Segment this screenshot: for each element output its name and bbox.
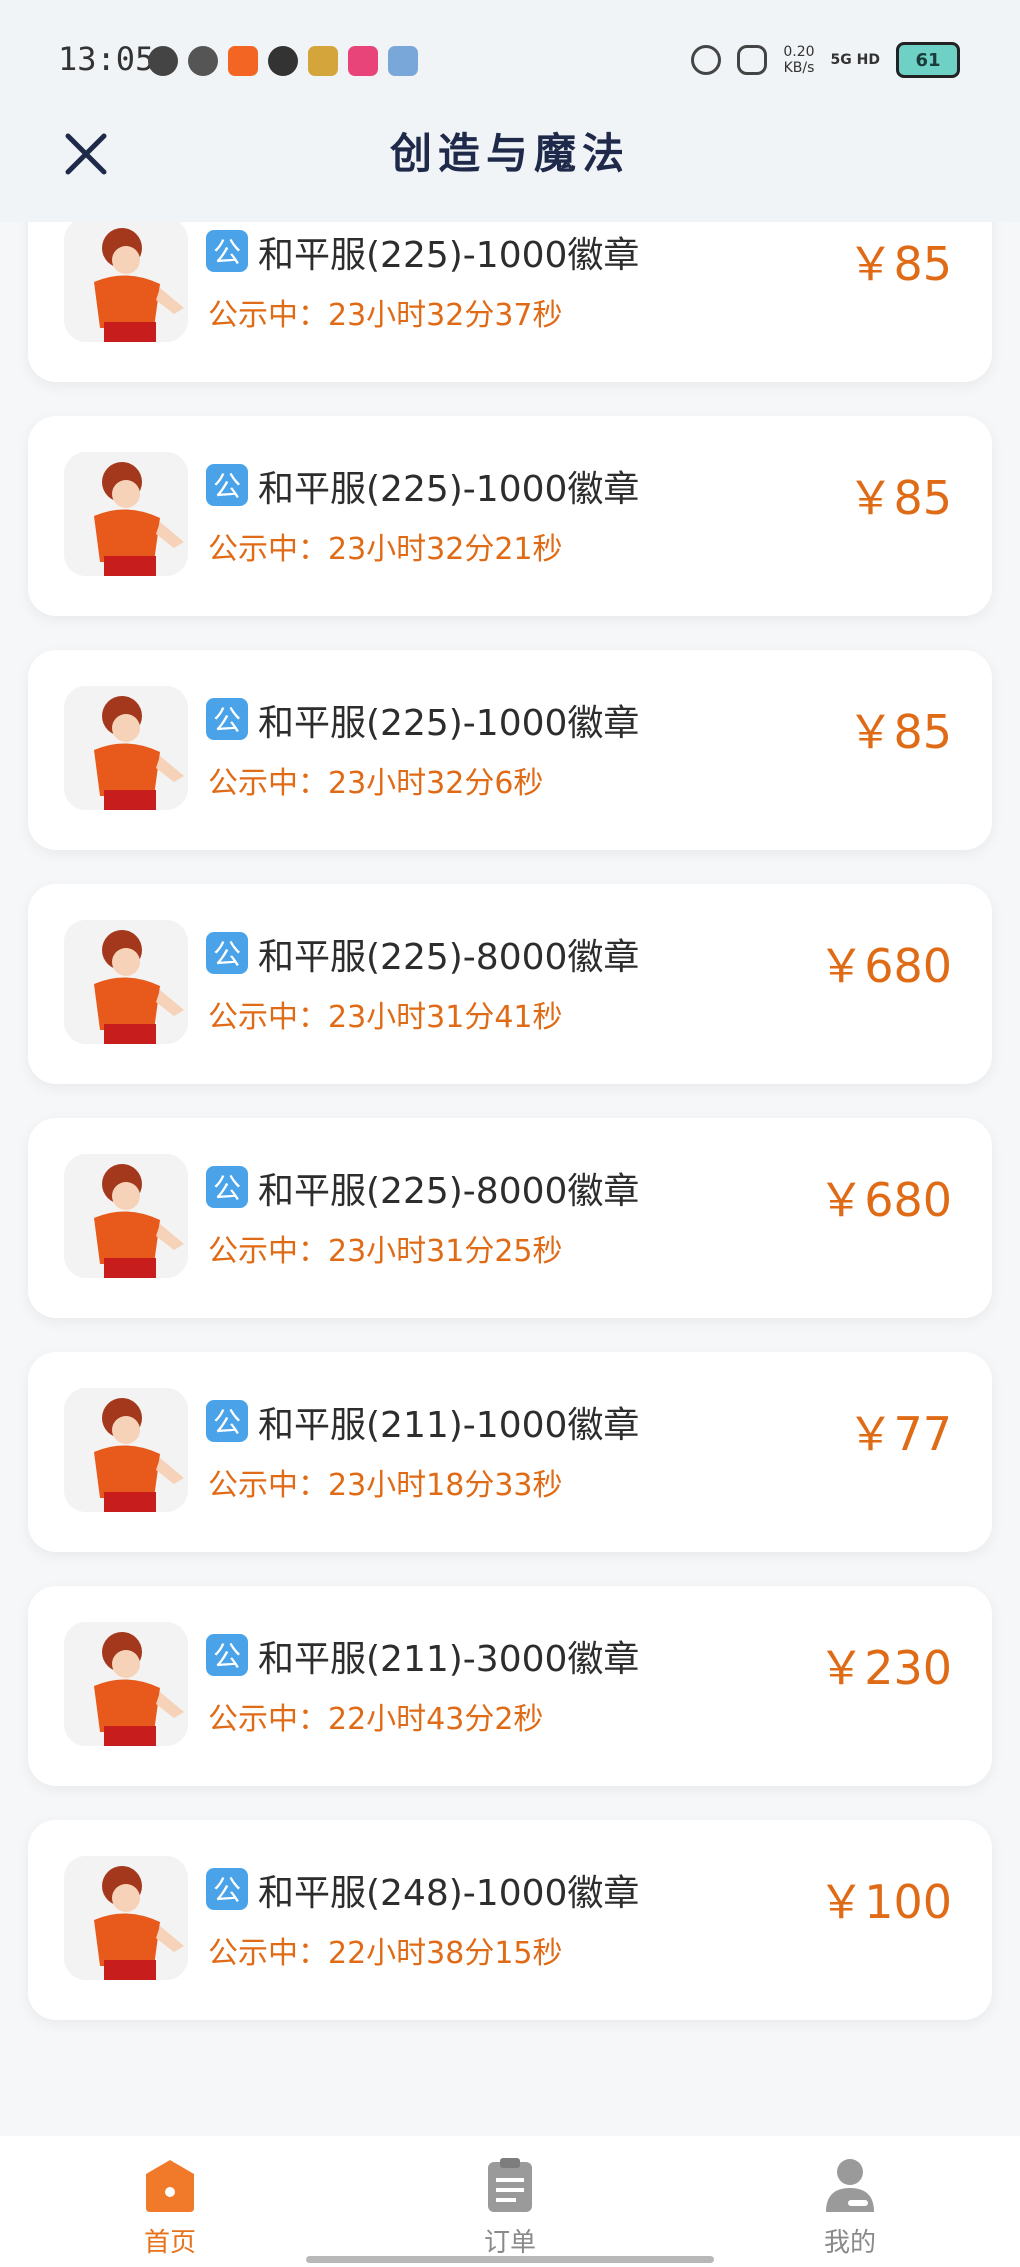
listing-price: ￥77 xyxy=(847,1407,952,1461)
countdown-text: 公示中：22小时43分2秒 xyxy=(208,1702,544,1737)
system-status-icons: 0.20 KB/s 5G HD 61 xyxy=(691,42,960,78)
listing-card[interactable]: 公 和平服(248)-1000徽章 公示中：22小时38分15秒 ￥100 xyxy=(28,1820,992,2020)
nav-label: 我的 xyxy=(823,2228,876,2258)
listing-title: 和平服(211)-3000徽章 xyxy=(258,1639,640,1680)
app-notification-icon xyxy=(388,46,418,76)
listing-thumbnail xyxy=(64,218,188,342)
bottom-nav: 首页 订单 我的 xyxy=(0,2136,1020,2267)
countdown-text: 公示中：23小时31分41秒 xyxy=(208,1000,563,1035)
app-notification-icon xyxy=(188,46,218,76)
countdown-text: 公示中：23小时18分33秒 xyxy=(208,1468,563,1503)
page-title: 创造与魔法 xyxy=(389,129,630,178)
listing-title: 和平服(248)-1000徽章 xyxy=(258,1873,640,1914)
app-notification-icon xyxy=(148,46,178,76)
listing-card[interactable]: 公 和平服(211)-1000徽章 公示中：23小时18分33秒 ￥77 xyxy=(28,1352,992,1552)
nav-profile[interactable]: 我的 xyxy=(770,2156,930,2259)
public-badge: 公 xyxy=(206,1166,248,1208)
listing-title: 和平服(225)-8000徽章 xyxy=(258,937,640,978)
countdown-text: 公示中：23小时32分6秒 xyxy=(208,766,544,801)
listing-price: ￥100 xyxy=(818,1875,952,1929)
net-rate-value: 0.20 xyxy=(783,44,815,60)
listing-card[interactable]: 公 和平服(225)-8000徽章 公示中：23小时31分41秒 ￥680 xyxy=(28,884,992,1084)
listing-price: ￥85 xyxy=(847,705,952,759)
public-badge: 公 xyxy=(206,230,248,272)
nav-label: 首页 xyxy=(143,2228,196,2258)
app-notification-icon xyxy=(268,46,298,76)
public-badge: 公 xyxy=(206,1634,248,1676)
battery-icon: 61 xyxy=(896,42,960,78)
listing-thumbnail xyxy=(64,686,188,810)
net-rate: 0.20 KB/s xyxy=(783,44,814,76)
status-time: 13:05 xyxy=(58,40,155,78)
nav-orders[interactable]: 订单 xyxy=(430,2156,590,2259)
app-notification-icon xyxy=(348,46,378,76)
listing-thumbnail xyxy=(64,1154,188,1278)
notification-icons xyxy=(148,46,418,76)
listing-thumbnail xyxy=(64,452,188,576)
net-rate-unit: KB/s xyxy=(783,60,815,76)
listing-title: 和平服(225)-1000徽章 xyxy=(258,235,640,276)
public-badge: 公 xyxy=(206,932,248,974)
signal-icon: 5G HD xyxy=(830,52,880,68)
alarm-icon xyxy=(691,45,722,75)
listing-title: 和平服(211)-1000徽章 xyxy=(258,1405,640,1446)
listing-title: 和平服(225)-1000徽章 xyxy=(258,469,640,510)
vibrate-icon xyxy=(737,45,768,75)
app-notification-icon xyxy=(228,46,258,76)
listing-price: ￥85 xyxy=(847,237,952,291)
listing-thumbnail xyxy=(64,1388,188,1512)
countdown-text: 公示中：22小时38分15秒 xyxy=(208,1936,563,1971)
public-badge: 公 xyxy=(206,698,248,740)
listing-title: 和平服(225)-8000徽章 xyxy=(258,1171,640,1212)
listing-thumbnail xyxy=(64,1622,188,1746)
home-indicator[interactable] xyxy=(306,2256,714,2263)
listing-card[interactable]: 公 和平服(211)-3000徽章 公示中：22小时43分2秒 ￥230 xyxy=(28,1586,992,1786)
listing-card[interactable]: 公 和平服(225)-8000徽章 公示中：23小时31分25秒 ￥680 xyxy=(28,1118,992,1318)
listing-thumbnail xyxy=(64,1856,188,1980)
page-header: 创造与魔法 xyxy=(0,120,1020,222)
countdown-text: 公示中：23小时32分37秒 xyxy=(208,298,563,333)
nav-label: 订单 xyxy=(483,2228,536,2258)
listing-price: ￥680 xyxy=(818,939,952,993)
listing-thumbnail xyxy=(64,920,188,1044)
public-badge: 公 xyxy=(206,1400,248,1442)
countdown-text: 公示中：23小时31分25秒 xyxy=(208,1234,563,1269)
nav-home[interactable]: 首页 xyxy=(90,2156,250,2259)
top-bar: 13:05 0.20 KB/s 5G HD 61 创造与魔法 xyxy=(0,0,1020,222)
listing-card[interactable]: 公 和平服(225)-1000徽章 公示中：23小时32分21秒 ￥85 xyxy=(28,416,992,616)
user-icon xyxy=(826,2159,874,2212)
listing-price: ￥230 xyxy=(818,1641,952,1695)
listing-price: ￥680 xyxy=(818,1173,952,1227)
countdown-text: 公示中：23小时32分21秒 xyxy=(208,532,563,567)
app-notification-icon xyxy=(308,46,338,76)
public-badge: 公 xyxy=(206,464,248,506)
status-bar: 13:05 0.20 KB/s 5G HD 61 xyxy=(0,0,1020,120)
listing-price: ￥85 xyxy=(847,471,952,525)
listing-title: 和平服(225)-1000徽章 xyxy=(258,703,640,744)
listing-card[interactable]: 公 和平服(225)-1000徽章 公示中：23小时32分6秒 ￥85 xyxy=(28,650,992,850)
public-badge: 公 xyxy=(206,1868,248,1910)
clipboard-icon xyxy=(488,2158,532,2212)
home-icon xyxy=(146,2160,194,2212)
